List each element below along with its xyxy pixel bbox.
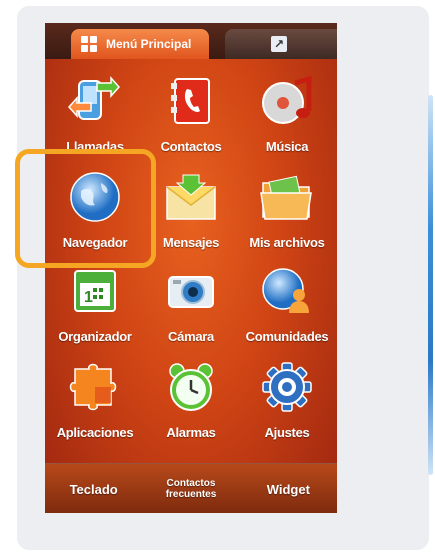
app-label: Contactos (160, 139, 222, 154)
app-label: Mensajes (162, 235, 220, 250)
tab-main-menu[interactable]: Menú Principal (71, 29, 209, 59)
widget-icon: ↗ (271, 36, 287, 52)
app-ajustes[interactable]: Ajustes (239, 345, 335, 461)
app-label: Comunidades (245, 329, 329, 344)
teclado-button[interactable]: Teclado (45, 464, 142, 513)
contactos-frecuentes-line1: Contactos (166, 478, 216, 489)
contactos-frecuentes-line2: frecuentes (165, 489, 217, 500)
community-globe-icon (259, 263, 315, 319)
app-label: Música (265, 139, 309, 154)
app-label: Ajustes (264, 425, 310, 440)
bottom-bar: Teclado Contactos frecuentes Widget (45, 463, 337, 513)
alarm-clock-icon (163, 359, 219, 415)
music-disc-icon (259, 73, 315, 129)
contactos-frecuentes-button[interactable]: Contactos frecuentes (142, 464, 239, 513)
gear-icon (259, 359, 315, 415)
app-label: Aplicaciones (56, 425, 134, 440)
contacts-book-icon (163, 73, 219, 129)
app-label: Cámara (168, 329, 214, 344)
folder-icon (259, 169, 315, 225)
app-label: Alarmas (166, 425, 216, 440)
selection-highlight (15, 149, 156, 268)
envelope-icon (163, 169, 219, 225)
card-edge-accent (428, 95, 433, 475)
phone-call-icon (67, 73, 123, 129)
app-label: Organizador (58, 329, 132, 344)
widget-button[interactable]: Widget (240, 464, 337, 513)
app-aplicaciones[interactable]: Aplicaciones (47, 345, 143, 461)
tab-main-menu-label: Menú Principal (106, 37, 192, 51)
tab-widget[interactable]: ↗ (225, 29, 337, 59)
calendar-icon: 1 (67, 263, 123, 319)
svg-text:1: 1 (84, 289, 93, 306)
grid-icon (81, 36, 97, 52)
tab-bar: Menú Principal ↗ (45, 23, 337, 59)
phone-screen: Menú Principal ↗ Llamadas Contactos Músi… (45, 23, 337, 513)
camera-icon (163, 263, 219, 319)
app-label: Mis archivos (249, 235, 325, 250)
puzzle-icon (67, 359, 123, 415)
app-alarmas[interactable]: Alarmas (143, 345, 239, 461)
